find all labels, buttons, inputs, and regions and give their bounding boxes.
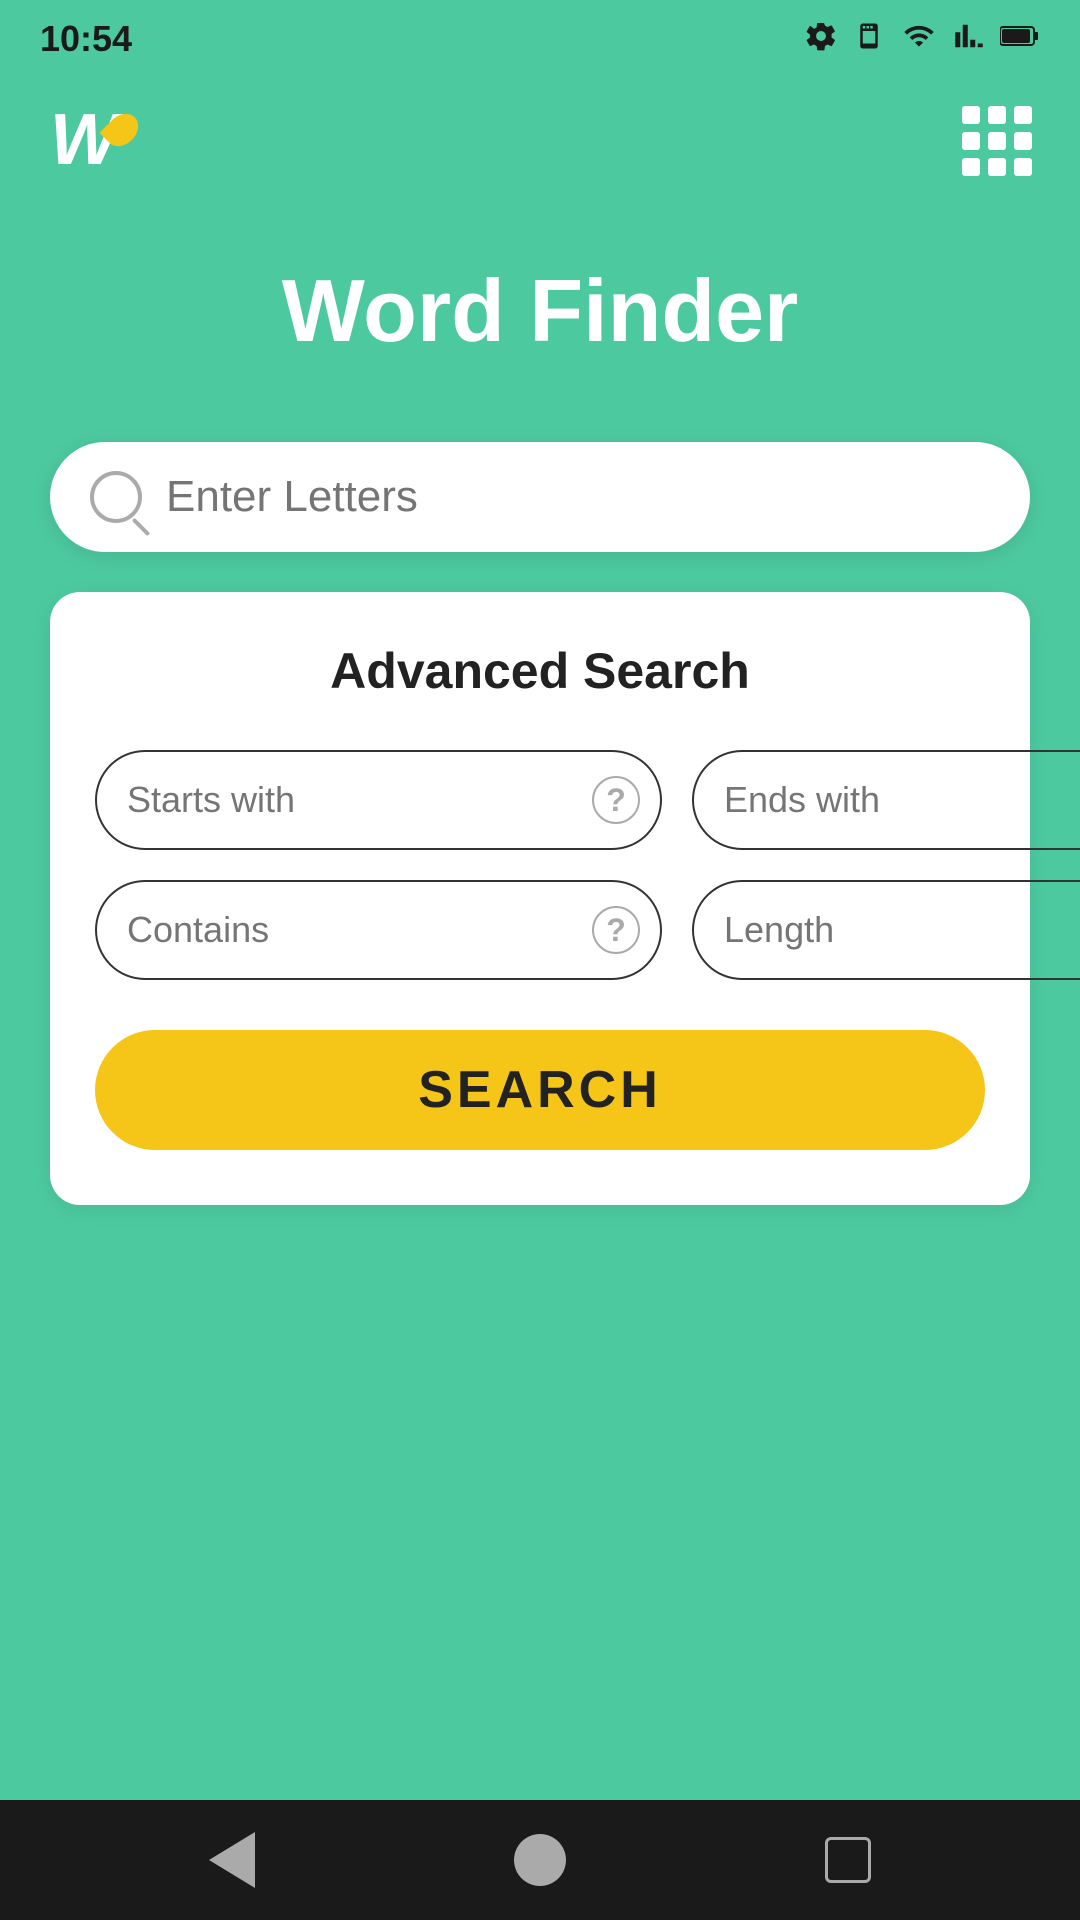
status-time: 10:54	[40, 18, 132, 60]
search-icon	[90, 471, 142, 523]
recents-icon	[825, 1837, 871, 1883]
search-input[interactable]	[166, 472, 990, 522]
recents-button[interactable]	[825, 1837, 871, 1883]
grid-icon	[962, 106, 1030, 174]
length-field: ?	[692, 880, 1080, 980]
main-search-bar	[50, 442, 1030, 552]
grid-menu-button[interactable]	[962, 106, 1030, 174]
back-icon	[209, 1832, 255, 1888]
search-icon-wrapper	[90, 471, 142, 523]
ends-with-input[interactable]	[724, 779, 1080, 821]
contains-input[interactable]	[127, 909, 592, 951]
home-button[interactable]	[514, 1834, 566, 1886]
sd-icon	[854, 19, 884, 60]
contains-help-icon[interactable]: ?	[592, 906, 640, 954]
page-title: Word Finder	[282, 260, 799, 362]
status-icons	[804, 19, 1040, 60]
advanced-search-panel: Advanced Search ? ? ? ?	[50, 592, 1030, 1205]
nav-bar	[0, 1800, 1080, 1920]
starts-with-help-icon[interactable]: ?	[592, 776, 640, 824]
status-bar: 10:54	[0, 0, 1080, 70]
main-content: Word Finder Advanced Search ? ? ?	[0, 200, 1080, 1800]
search-button[interactable]: SEARCH	[95, 1030, 985, 1150]
ends-with-field: ?	[692, 750, 1080, 850]
top-bar: W	[0, 70, 1080, 200]
logo: W	[50, 104, 136, 176]
battery-icon	[1000, 22, 1040, 57]
fields-grid: ? ? ? ?	[95, 750, 985, 980]
contains-field: ?	[95, 880, 662, 980]
wifi-icon	[900, 20, 938, 59]
starts-with-input[interactable]	[127, 779, 592, 821]
home-icon	[514, 1834, 566, 1886]
gear-icon	[804, 19, 838, 60]
length-input[interactable]	[724, 909, 1080, 951]
advanced-search-title: Advanced Search	[95, 642, 985, 700]
signal-icon	[954, 20, 984, 59]
back-button[interactable]	[209, 1832, 255, 1888]
starts-with-field: ?	[95, 750, 662, 850]
